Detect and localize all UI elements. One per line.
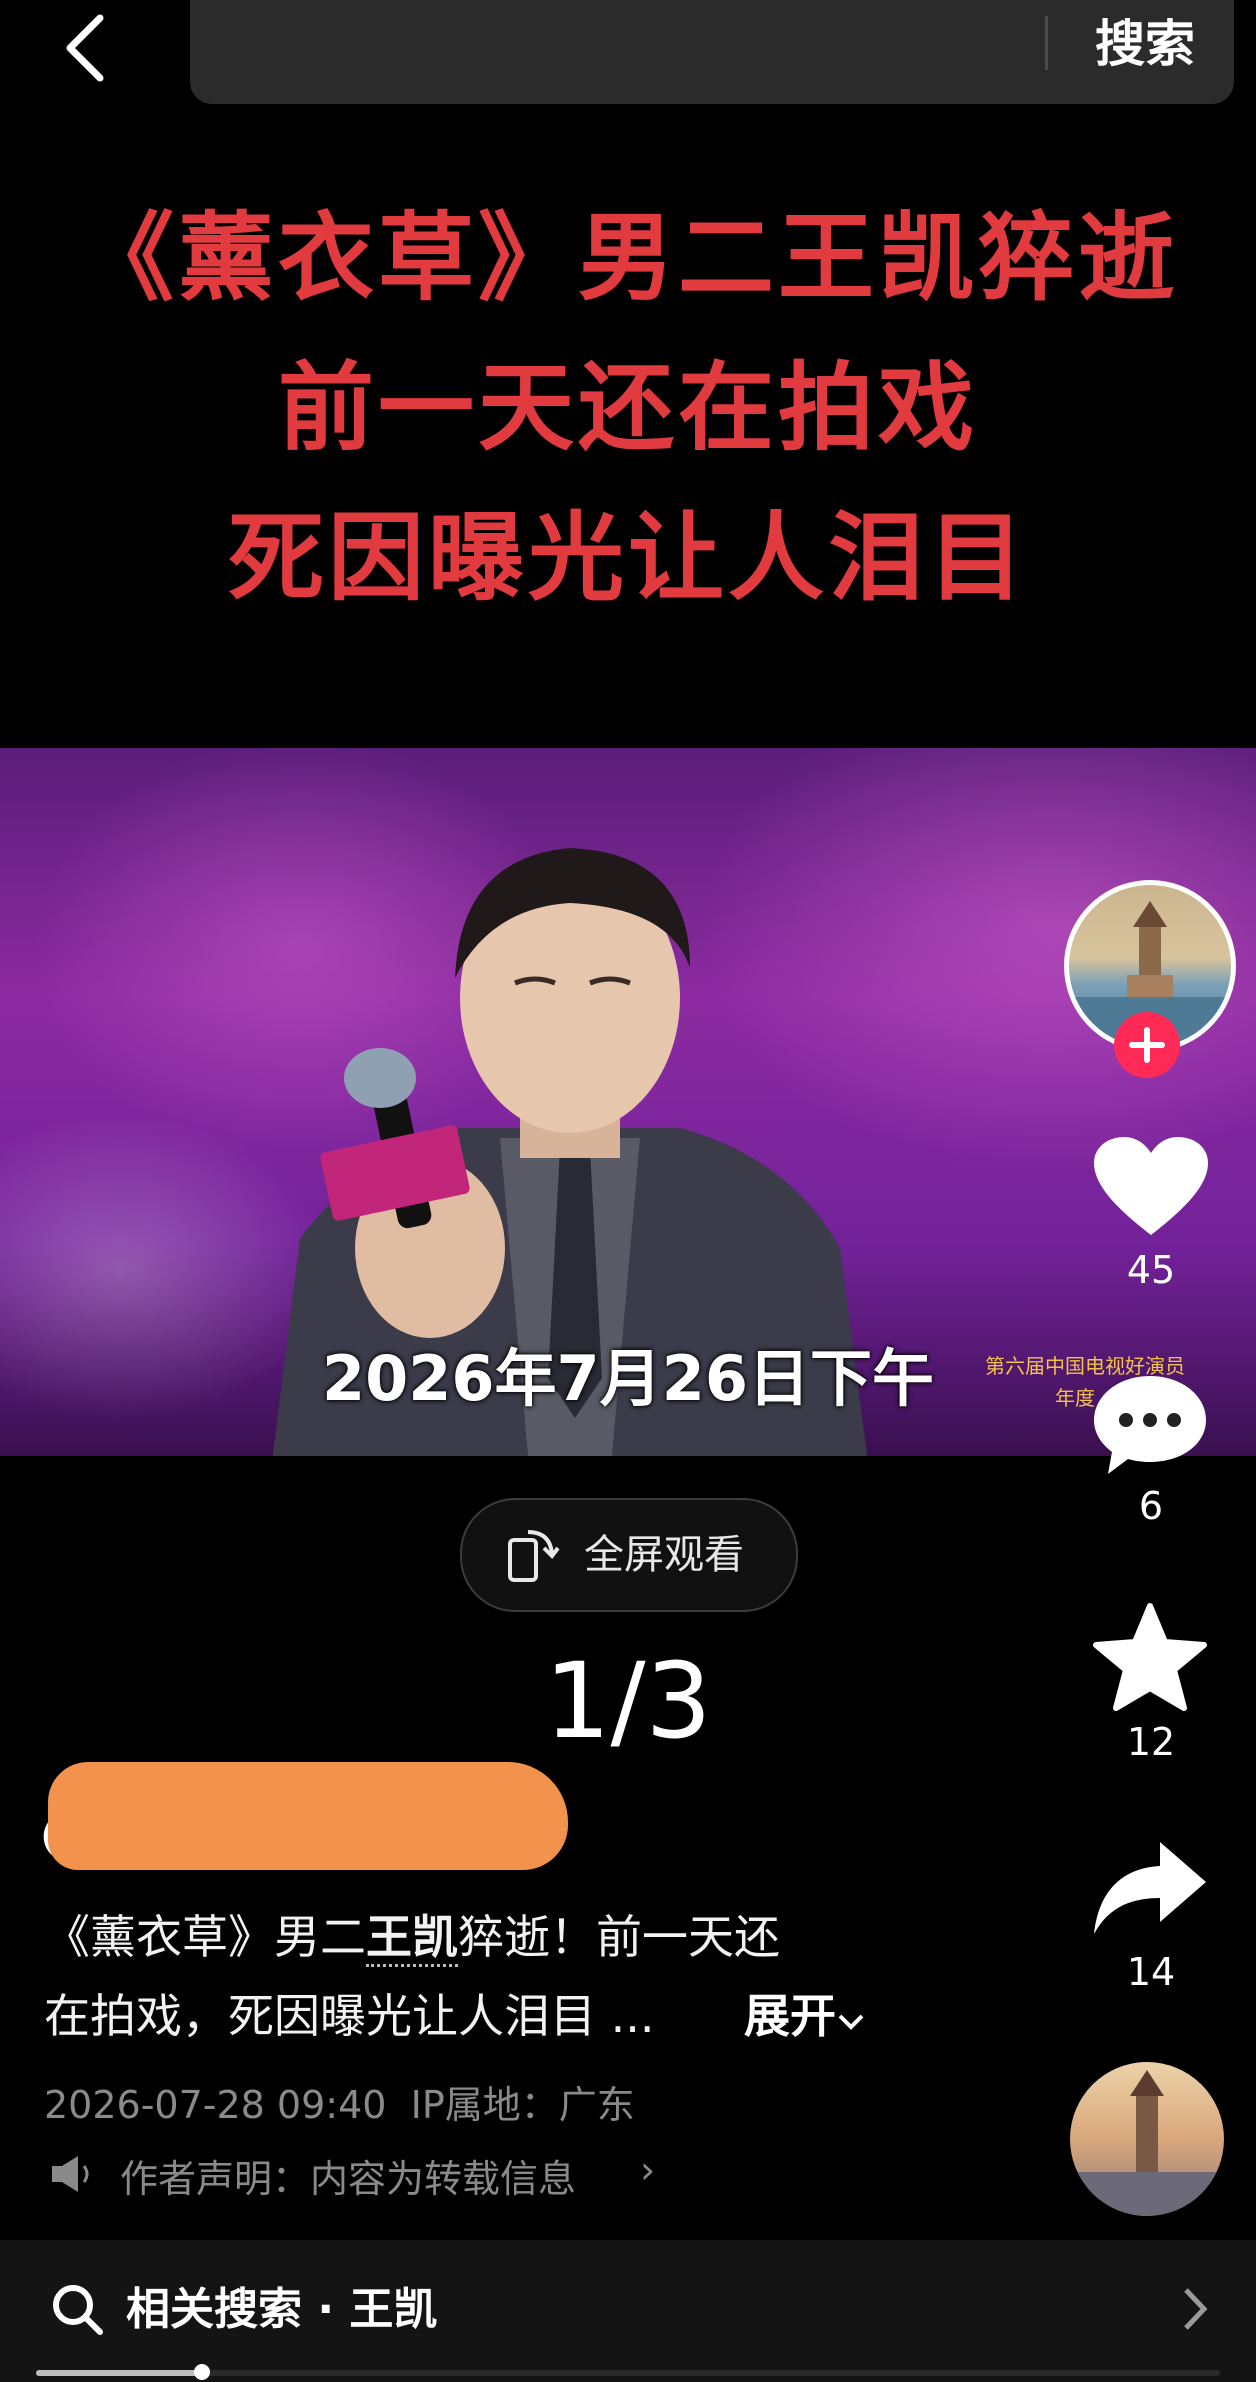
search-icon [50, 2282, 104, 2336]
chevron-down-icon [838, 2014, 864, 2030]
comment-count: 6 [1138, 1484, 1164, 1528]
comment-icon[interactable] [1090, 1372, 1210, 1478]
keyword-link[interactable]: 王凯 [366, 1910, 458, 1967]
post-timestamp: 2026-07-28 09:40 [44, 2083, 387, 2127]
expand-label[interactable]: 展开 [744, 1989, 836, 2043]
music-disc[interactable] [1070, 2062, 1224, 2216]
share-icon[interactable] [1090, 1838, 1210, 1938]
related-search-label[interactable]: 相关搜索 · 王凯 [126, 2280, 437, 2340]
fullscreen-label[interactable]: 全屏观看 [584, 1528, 744, 1582]
headline-line-1: 《薰衣草》男二王凯猝逝 [78, 202, 1178, 314]
video-progress-track[interactable] [36, 2370, 1220, 2376]
ip-location: IP属地：广东 [410, 2083, 635, 2127]
headline-line-2: 前一天还在拍戏 [278, 352, 978, 464]
description-line-1: 《薰衣草》男二王凯猝逝！前一天还 [44, 1905, 780, 1969]
video-frame[interactable]: 2026年7月26日下午 第六届中国电视好演员 年度 [0, 748, 1256, 1456]
chevron-right-icon[interactable] [1180, 2284, 1210, 2334]
search-button[interactable]: 搜索 [1070, 8, 1220, 80]
post-meta: 2026-07-28 09:40 IP属地：广东 [44, 2074, 635, 2129]
back-chevron-icon[interactable] [58, 8, 118, 88]
like-count: 45 [1126, 1248, 1176, 1292]
chevron-right-icon: › [640, 2148, 656, 2192]
headline-line-3: 死因曝光让人泪目 [228, 502, 1028, 614]
heart-icon[interactable] [1092, 1135, 1210, 1239]
share-count: 14 [1126, 1950, 1176, 1994]
redaction-mark [48, 1762, 568, 1870]
video-side-caption-2: 年度 [1055, 1386, 1095, 1410]
fullscreen-rotate-icon [506, 1526, 560, 1582]
description-text: 《薰衣草》男二 [44, 1910, 366, 1964]
plus-icon [1129, 1027, 1165, 1063]
description-line-2: 在拍戏，死因曝光让人泪目 ... [44, 1989, 655, 2043]
description-text: 猝逝！前一天还 [458, 1910, 780, 1964]
author-notice[interactable]: 作者声明：内容为转载信息 [120, 2148, 576, 2203]
search-divider [1045, 16, 1048, 70]
video-progress-fill [36, 2370, 202, 2376]
expand-button[interactable]: 展开 [744, 1984, 866, 2048]
video-progress-handle[interactable] [193, 2364, 210, 2380]
follow-button[interactable] [1114, 1012, 1180, 1078]
image-pager: 1/3 [544, 1640, 712, 1762]
megaphone-icon [48, 2154, 92, 2194]
